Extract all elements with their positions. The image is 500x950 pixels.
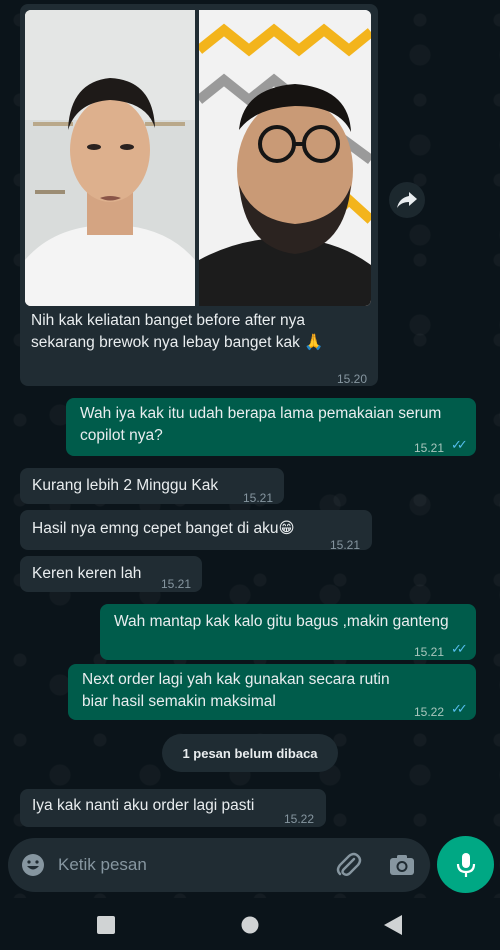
message-outgoing[interactable]: Wah mantap kak kalo gitu bagus ,makin ga… [100,604,476,660]
mic-icon [456,852,475,877]
message-input-bar[interactable]: Ketik pesan [8,838,430,892]
message-time: 15.22 [284,812,315,826]
before-photo[interactable] [25,10,195,306]
message-outgoing[interactable]: Next order lagi yah kak gunakan secara r… [68,664,476,720]
after-photo[interactable] [199,10,371,306]
message-text: Wah mantap kak kalo gitu bagus ,makin ga… [114,613,449,630]
message-time: 15.22 [414,705,445,719]
read-ticks-icon: ✓✓ [451,437,468,452]
unread-banner-text: 1 pesan belum dibaca [182,745,318,761]
message-time: 15.21 [414,645,445,659]
message-time: 15.21 [330,538,361,552]
camera-icon[interactable] [389,853,415,877]
message-incoming[interactable]: Kurang lebih 2 Minggu Kak 15.21 [20,468,284,505]
message-text: Kurang lebih 2 Minggu Kak [32,477,219,494]
message-time: 15.21 [414,441,445,455]
message-text: Next order lagi yah kak gunakan secara r… [82,671,390,710]
photo-caption: Nih kak keliatan banget before after nya… [31,312,324,351]
message-text: Wah iya kak itu udah berapa lama pemakai… [80,405,442,444]
system-navigation-bar [0,898,500,950]
read-ticks-icon: ✓✓ [451,701,468,716]
message-time: 15.20 [336,372,367,386]
voice-message-button[interactable] [437,836,494,893]
photo-message[interactable]: Nih kak keliatan banget before after nya… [20,4,378,386]
message-incoming[interactable]: Iya kak nanti aku order lagi pasti 15.22 [20,789,326,827]
nav-recents-icon[interactable] [97,916,115,934]
message-time: 15.21 [161,577,192,591]
message-text: Keren keren lah [32,565,142,582]
message-incoming[interactable]: Hasil nya emng cepet banget di aku😁 15.2… [20,510,372,552]
nav-home-icon[interactable] [241,916,259,934]
forward-icon [397,192,417,208]
message-text: Iya kak nanti aku order lagi pasti [32,797,255,814]
emoji-icon[interactable] [21,853,45,877]
unread-messages-banner: 1 pesan belum dibaca [162,734,338,772]
message-outgoing[interactable]: Wah iya kak itu udah berapa lama pemakai… [66,398,476,456]
nav-back-icon[interactable] [384,915,402,935]
message-incoming[interactable]: Keren keren lah 15.21 [20,556,202,592]
message-time: 15.21 [243,491,274,505]
attach-icon[interactable] [334,851,362,879]
message-input[interactable]: Ketik pesan [58,855,147,875]
read-ticks-icon: ✓✓ [451,641,468,656]
message-text: Hasil nya emng cepet banget di aku😁 [32,520,295,537]
forward-button[interactable] [389,182,425,218]
